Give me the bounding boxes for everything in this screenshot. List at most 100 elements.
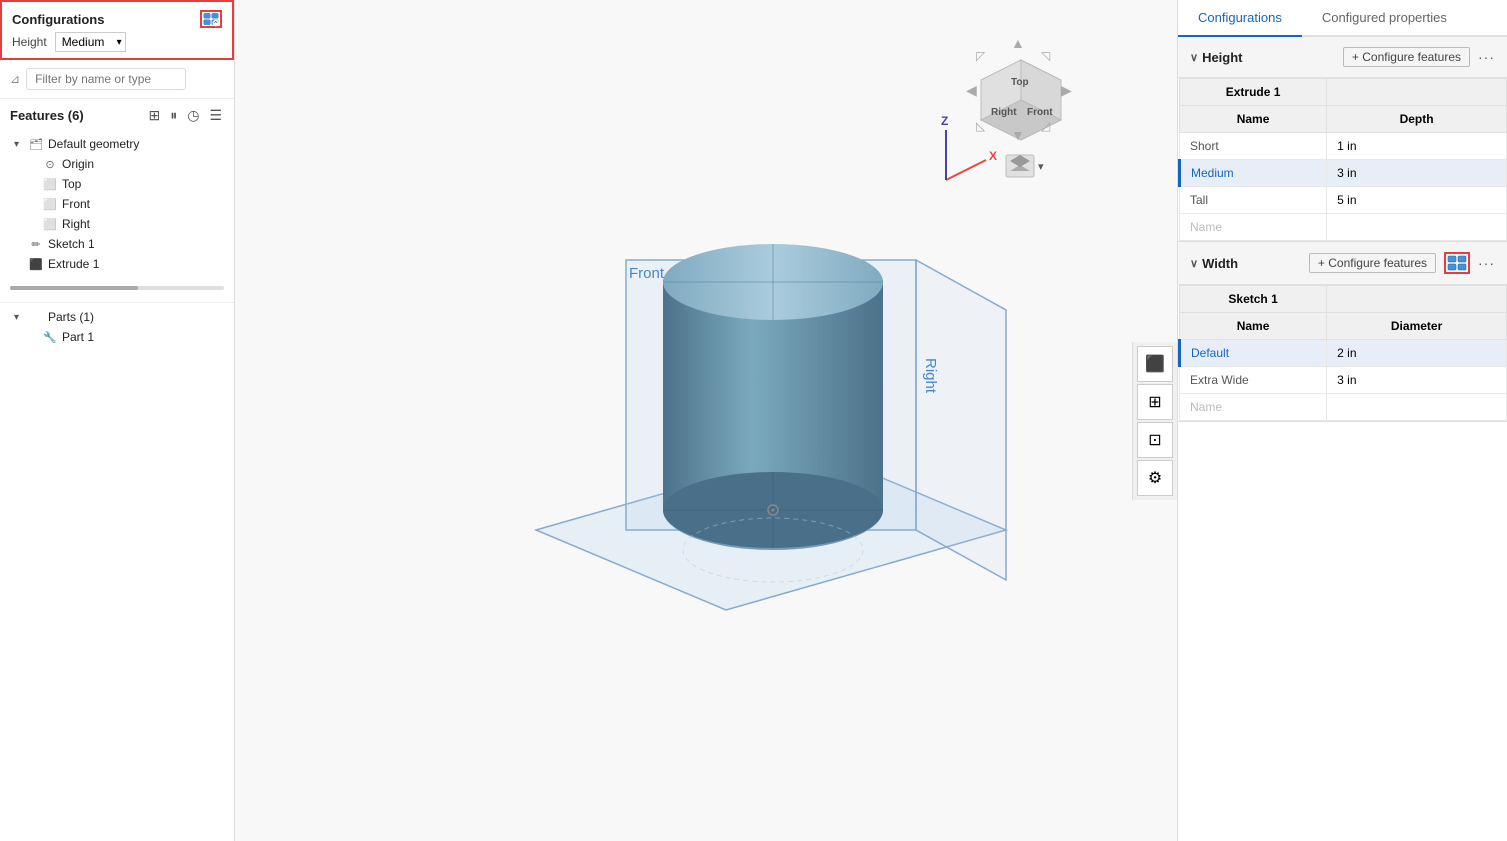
tab-configured-properties[interactable]: Configured properties — [1302, 0, 1467, 37]
tree-item-extrude1[interactable]: ⬛ Extrude 1 — [0, 254, 234, 274]
height-section-title: ∨ Height — [1190, 50, 1243, 65]
plane-icon-top: ⬜ — [42, 176, 58, 192]
width-configure-features-button[interactable]: + Configure features — [1309, 253, 1436, 273]
svg-text:◺: ◺ — [976, 119, 986, 133]
svg-text:Top: Top — [1011, 77, 1029, 88]
width-val-default: 2 in — [1327, 340, 1507, 367]
width-section-header: ∨ Width + Configure features ··· — [1178, 242, 1507, 285]
plane-icon-front: ⬜ — [42, 196, 58, 212]
tree-label-origin: Origin — [62, 157, 94, 171]
height-select[interactable]: Short Medium Tall — [55, 32, 126, 52]
height-name-medium: Medium — [1180, 160, 1327, 187]
tabs-row: Configurations Configured properties — [1178, 0, 1507, 37]
width-name-default: Default — [1180, 340, 1327, 367]
configurations-icon[interactable] — [200, 10, 222, 28]
parts-arrow: ▾ — [14, 312, 28, 323]
width-row-extra-wide[interactable]: Extra Wide 3 in — [1180, 367, 1507, 394]
svg-text:▼: ▼ — [1011, 127, 1025, 143]
tool-animate-button[interactable]: ⚙ — [1137, 460, 1173, 496]
height-val-short: 1 in — [1327, 133, 1507, 160]
parts-section: ▾ Parts (1) 🔧 Part 1 — [0, 302, 234, 347]
features-title: Features (6) — [10, 108, 84, 123]
left-panel: Configurations Height Short — [0, 0, 235, 841]
height-val-medium: 3 in — [1327, 160, 1507, 187]
parts-icon — [28, 309, 44, 325]
svg-text:◸: ◸ — [976, 49, 986, 63]
height-select-wrapper[interactable]: Short Medium Tall — [55, 32, 126, 52]
height-col-group: Extrude 1 — [1180, 79, 1327, 106]
height-section-actions: + Configure features ··· — [1343, 47, 1495, 67]
tree-label-sketch1: Sketch 1 — [48, 237, 95, 251]
filter-input[interactable] — [26, 68, 186, 90]
svg-text:Right: Right — [991, 107, 1017, 118]
svg-text:▾: ▾ — [1038, 161, 1044, 173]
tree-item-front[interactable]: ⬜ Front — [0, 194, 234, 214]
width-col-group: Sketch 1 — [1180, 286, 1327, 313]
width-section-title: ∨ Width — [1190, 256, 1238, 271]
filter-section: ⊿ — [0, 60, 234, 99]
tree-item-origin[interactable]: ⊙ Origin — [0, 154, 234, 174]
features-actions: ⊞ ⏸ ◷ ☰ — [146, 105, 224, 126]
width-chevron: ∨ — [1190, 257, 1198, 270]
height-section-header: ∨ Height + Configure features ··· — [1178, 37, 1507, 78]
svg-text:Front: Front — [1027, 107, 1053, 118]
height-name-header: Name — [1180, 106, 1327, 133]
width-section-actions: + Configure features ··· — [1309, 252, 1495, 274]
origin-icon: ⊙ — [42, 156, 58, 172]
height-row-medium[interactable]: Medium 3 in — [1180, 160, 1507, 187]
tree-item-part1[interactable]: 🔧 Part 1 — [0, 327, 234, 347]
width-row-default[interactable]: Default 2 in — [1180, 340, 1507, 367]
width-name-placeholder: Name — [1180, 394, 1327, 421]
height-more-button[interactable]: ··· — [1478, 49, 1495, 65]
tab-configurations[interactable]: Configurations — [1178, 0, 1302, 37]
feature-add-button[interactable]: ⊞ — [146, 105, 162, 126]
feature-timer-button[interactable]: ◷ — [185, 105, 201, 126]
tree-section: ▾ 🗂 Default geometry ⊙ Origin ⬜ Top ⬜ Fr… — [0, 130, 234, 841]
width-name-extra-wide: Extra Wide — [1180, 367, 1327, 394]
height-row-tall[interactable]: Tall 5 in — [1180, 187, 1507, 214]
height-name-short: Short — [1180, 133, 1327, 160]
scrollbar-area — [0, 282, 234, 294]
configurations-header: Configurations Height Short — [0, 0, 234, 60]
tree-item-parts[interactable]: ▾ Parts (1) — [0, 307, 234, 327]
height-row-new[interactable]: Name — [1180, 214, 1507, 241]
tool-display-button[interactable]: ⬛ — [1137, 346, 1173, 382]
scrollbar-thumb — [10, 286, 138, 290]
width-config-icon-highlighted — [1444, 252, 1470, 274]
svg-text:▶: ▶ — [1061, 82, 1072, 98]
tool-param-button[interactable]: ⊡ — [1137, 422, 1173, 458]
tree-label-front: Front — [62, 197, 90, 211]
tree-item-default-geometry[interactable]: ▾ 🗂 Default geometry — [0, 134, 234, 154]
width-section: ∨ Width + Configure features ··· — [1178, 242, 1507, 422]
width-val-extra-wide: 3 in — [1327, 367, 1507, 394]
height-section: ∨ Height + Configure features ··· Extrud… — [1178, 37, 1507, 242]
width-table: Sketch 1 Name Diameter — [1178, 285, 1507, 421]
extrude-icon: ⬛ — [28, 256, 44, 272]
viewport-tools: ⬛ ⊞ ⊡ ⚙ — [1132, 342, 1177, 500]
height-val-placeholder — [1327, 214, 1507, 241]
height-configure-features-button[interactable]: + Configure features — [1343, 47, 1470, 67]
center-view[interactable]: X Z Top Front Right ▲ ▼ ◀ — [235, 0, 1177, 841]
tool-config-button[interactable]: ⊞ — [1137, 384, 1173, 420]
3d-scene: X Z Top Front Right ▲ ▼ ◀ — [235, 0, 1177, 841]
svg-text:Z: Z — [941, 114, 948, 128]
tree-label-extrude1: Extrude 1 — [48, 257, 99, 271]
svg-text:Right: Right — [922, 358, 939, 394]
height-val-tall: 5 in — [1327, 187, 1507, 214]
part1-label: Part 1 — [62, 330, 94, 344]
height-name-placeholder: Name — [1180, 214, 1327, 241]
main-layout: Configurations Height Short — [0, 0, 1507, 841]
width-more-button[interactable]: ··· — [1478, 255, 1495, 271]
width-config-icon — [1447, 255, 1467, 271]
svg-text:◀: ◀ — [966, 82, 977, 98]
feature-pause-button[interactable]: ⏸ — [168, 105, 179, 126]
feature-list-button[interactable]: ☰ — [207, 105, 224, 126]
tree-item-top[interactable]: ⬜ Top — [0, 174, 234, 194]
filter-icon: ⊿ — [10, 72, 20, 86]
height-row-short[interactable]: Short 1 in — [1180, 133, 1507, 160]
tree-item-right[interactable]: ⬜ Right — [0, 214, 234, 234]
width-row-new[interactable]: Name — [1180, 394, 1507, 421]
scrollbar-track[interactable] — [10, 286, 224, 290]
width-val-placeholder — [1327, 394, 1507, 421]
tree-item-sketch1[interactable]: ✏ Sketch 1 — [0, 234, 234, 254]
